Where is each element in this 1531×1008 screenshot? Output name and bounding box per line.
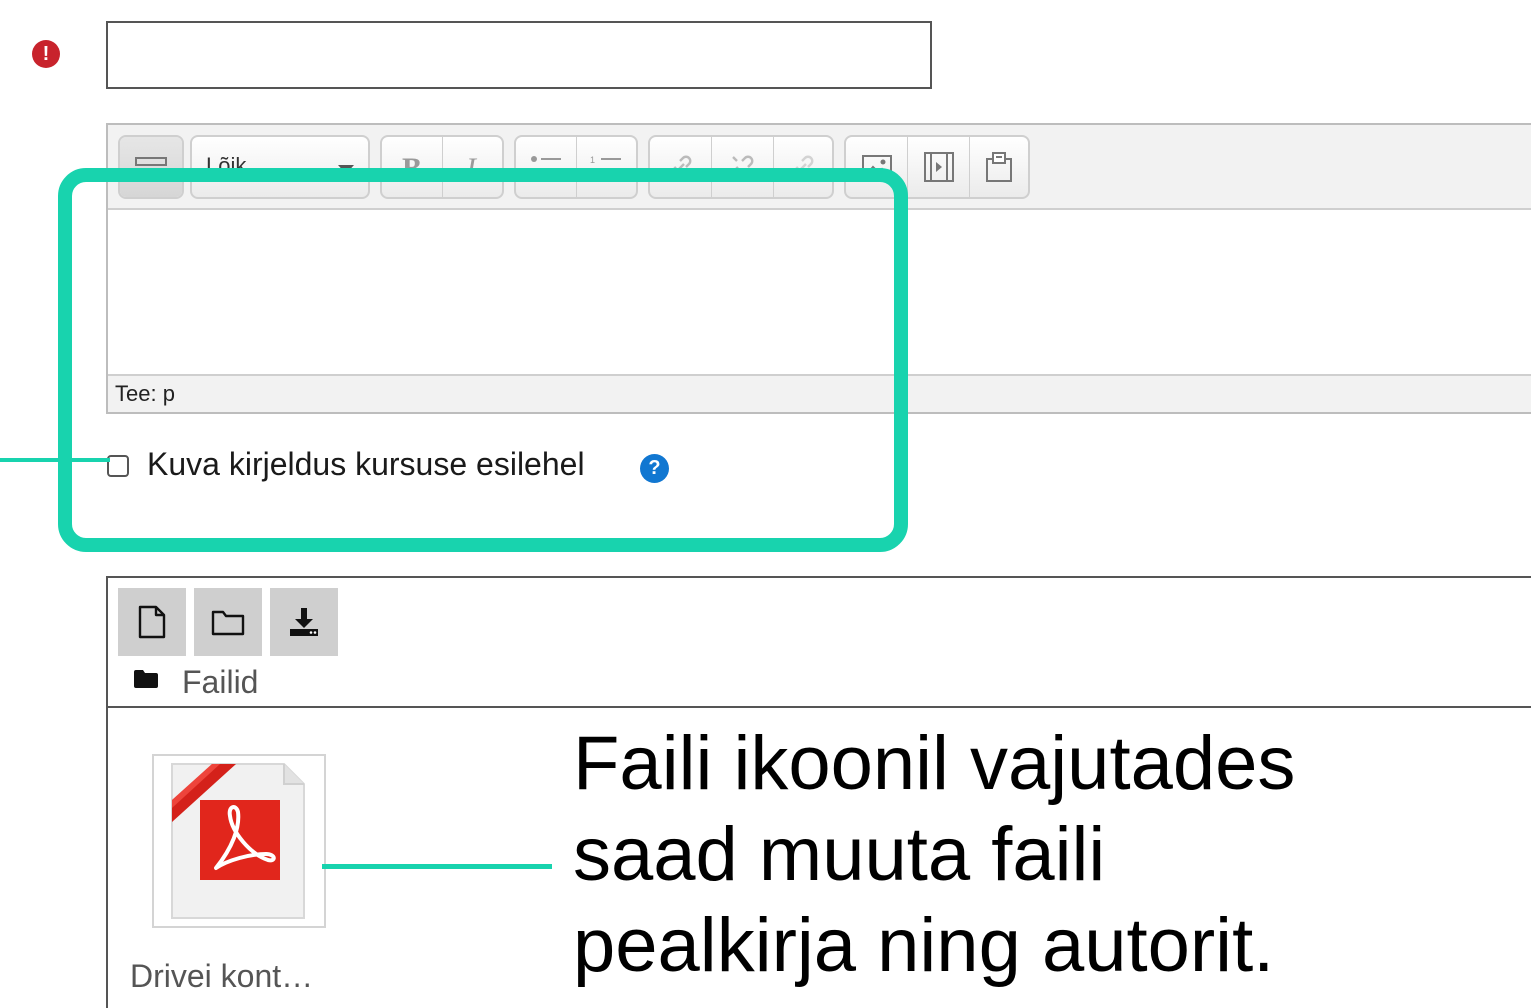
pdf-file-icon [171, 763, 305, 919]
file-manager-toolbar: Failid [108, 578, 1531, 708]
media-icon[interactable] [908, 137, 970, 197]
create-folder-icon [211, 610, 245, 636]
download-icon [290, 608, 318, 636]
file-name[interactable]: Drivei kont… [130, 958, 313, 995]
file-item[interactable] [152, 754, 326, 928]
folder-icon [134, 670, 158, 688]
required-icon: ! [32, 40, 60, 68]
svg-text:1: 1 [590, 155, 595, 165]
manage-files-icon[interactable] [970, 137, 1028, 197]
annotation-line: Faili ikoonil vajutades [573, 721, 1296, 806]
add-file-button[interactable] [118, 588, 186, 656]
annotation-note: Faili ikoonil vajutades saad muuta faili… [573, 718, 1493, 992]
name-input[interactable] [106, 21, 932, 89]
highlight-box [58, 168, 908, 552]
file-manager-path[interactable]: Failid [182, 664, 258, 701]
file-connector-line [322, 864, 552, 869]
annotation-line: pealkirja ning autorit. [573, 903, 1275, 989]
highlight-connector-line [0, 458, 110, 462]
annotation-line: saad muuta faili [573, 812, 1106, 898]
download-button[interactable] [270, 588, 338, 656]
add-file-icon [138, 605, 166, 639]
create-folder-button[interactable] [194, 588, 262, 656]
